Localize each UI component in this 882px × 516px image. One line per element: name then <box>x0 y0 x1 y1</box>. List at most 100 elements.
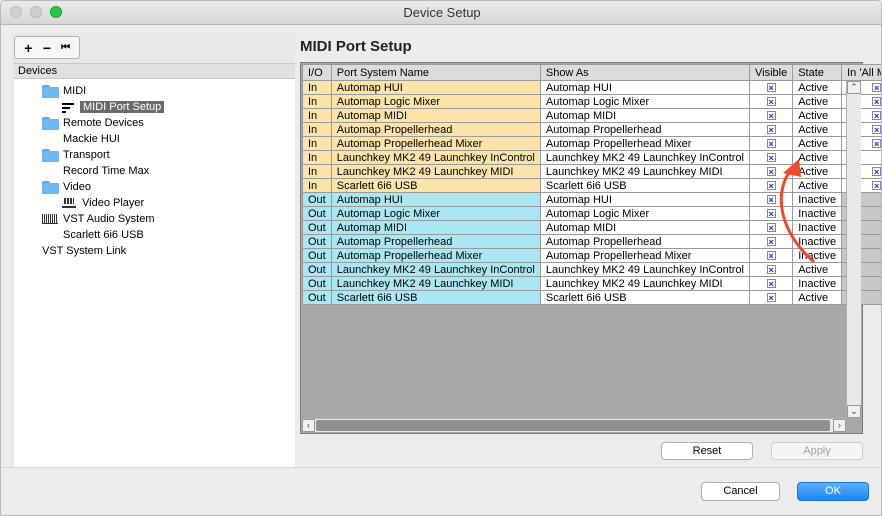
tree-item-midi[interactable]: MIDI <box>42 83 86 99</box>
cell-io: Out <box>302 290 332 305</box>
cell-port-system-name: Scarlett 6i6 USB <box>330 178 541 193</box>
all-midi-checkbox[interactable]: × <box>872 110 881 120</box>
cell-show-as[interactable]: Launchkey MK2 49 Launchkey MIDI <box>539 164 750 179</box>
cell-show-as[interactable]: Launchkey MK2 49 Launchkey InControl <box>539 150 750 165</box>
vertical-scrollbar[interactable]: ⌃ ⌄ <box>846 81 861 418</box>
cell-show-as[interactable]: Automap Propellerhead <box>539 122 750 137</box>
cell-show-as[interactable]: Automap HUI <box>539 80 750 95</box>
horizontal-scroll-thumb[interactable] <box>316 420 830 431</box>
cell-show-as[interactable]: Automap Logic Mixer <box>539 94 750 109</box>
visible-checkbox[interactable]: × <box>766 292 776 302</box>
visible-checkbox[interactable]: × <box>766 138 776 148</box>
cell-port-system-name: Automap HUI <box>330 192 541 207</box>
column-header-io[interactable]: I/O <box>302 64 332 81</box>
cell-state[interactable]: Active <box>792 80 843 95</box>
all-midi-checkbox[interactable]: × <box>872 166 881 176</box>
visible-checkbox[interactable]: × <box>766 264 776 274</box>
cell-port-system-name: Launchkey MK2 49 Launchkey MIDI <box>330 276 541 291</box>
cell-visible[interactable]: × <box>748 276 794 291</box>
title-bar: Device Setup <box>1 1 881 25</box>
scroll-up-icon[interactable]: ⌃ <box>847 81 861 94</box>
reset-device-button[interactable]: ⏮ <box>57 39 75 57</box>
add-device-button[interactable]: + <box>19 39 37 57</box>
cell-show-as[interactable]: Automap Propellerhead Mixer <box>539 136 750 151</box>
all-midi-checkbox[interactable]: × <box>872 82 881 92</box>
cell-port-system-name: Launchkey MK2 49 Launchkey InControl <box>330 150 541 165</box>
tree-item-midi-port-setup[interactable]: MIDI Port Setup <box>62 99 165 115</box>
table-row[interactable]: In Automap Logic Mixer Automap Logic Mixer… <box>302 94 881 109</box>
table-row[interactable]: In Automap HUI Automap HUI × Active × <box>302 80 881 95</box>
cell-show-as[interactable]: Automap MIDI <box>539 220 750 235</box>
midi-port-icon <box>62 102 74 113</box>
all-midi-checkbox[interactable]: × <box>872 96 881 106</box>
cell-visible[interactable]: × <box>748 94 794 109</box>
cell-state[interactable]: Active <box>792 290 843 305</box>
folder-icon <box>42 180 59 194</box>
horizontal-scrollbar[interactable]: ‹ › <box>302 418 846 432</box>
scroll-right-icon[interactable]: › <box>833 419 846 432</box>
cancel-button[interactable]: Cancel <box>701 482 780 501</box>
tree-item-vst-system-link[interactable]: VST System Link <box>42 243 126 259</box>
cell-state[interactable]: Active <box>792 136 843 151</box>
cell-state[interactable]: Active <box>792 94 843 109</box>
cell-io: Out <box>302 192 332 207</box>
cell-port-system-name: Automap Logic Mixer <box>330 94 541 109</box>
tree-item-video[interactable]: Video <box>42 179 91 195</box>
cell-io: In <box>302 108 332 123</box>
column-header-port-system-name[interactable]: Port System Name <box>330 64 541 81</box>
scroll-down-icon[interactable]: ⌄ <box>847 405 861 418</box>
table-row[interactable]: Out Scarlett 6i6 USB Scarlett 6i6 USB × Acti… <box>302 290 881 305</box>
tree-item-transport[interactable]: Transport <box>42 147 110 163</box>
table-row[interactable]: Out Launchkey MK2 49 Launchkey MIDI Launch… <box>302 276 881 291</box>
tree-item-remote-devices[interactable]: Remote Devices <box>42 115 144 131</box>
table-row[interactable]: In Automap Propellerhead Automap Propeller… <box>302 122 881 137</box>
visible-checkbox[interactable]: × <box>766 278 776 288</box>
cell-state[interactable]: Active <box>792 108 843 123</box>
cell-visible[interactable]: × <box>748 108 794 123</box>
cell-show-as[interactable]: Automap Propellerhead Mixer <box>539 248 750 263</box>
table-row[interactable]: In Automap Propellerhead Mixer Automap Pro… <box>302 136 881 151</box>
all-midi-checkbox[interactable]: × <box>872 124 881 134</box>
reset-button[interactable]: Reset <box>661 442 753 460</box>
column-header-state[interactable]: State <box>792 64 843 81</box>
table-row[interactable]: Out Launchkey MK2 49 Launchkey InControl L… <box>302 262 881 277</box>
apply-button[interactable]: Apply <box>771 442 863 460</box>
cell-visible[interactable]: × <box>748 122 794 137</box>
folder-icon <box>42 84 59 98</box>
cell-show-as[interactable]: Automap Propellerhead <box>539 234 750 249</box>
visible-checkbox[interactable]: × <box>766 124 776 134</box>
tree-item-vst-audio-system[interactable]: VST Audio System <box>42 211 155 227</box>
visible-checkbox[interactable]: × <box>766 110 776 120</box>
tree-item-video-player[interactable]: Video Player <box>62 195 144 211</box>
cell-visible[interactable]: × <box>748 136 794 151</box>
cell-show-as[interactable]: Launchkey MK2 49 Launchkey MIDI <box>539 276 750 291</box>
cell-state[interactable]: Inactive <box>792 276 843 291</box>
visible-checkbox[interactable]: × <box>766 96 776 106</box>
cell-visible[interactable]: × <box>748 262 794 277</box>
cell-show-as[interactable]: Automap HUI <box>539 192 750 207</box>
tree-item-scarlett[interactable]: Scarlett 6i6 USB <box>63 227 144 243</box>
all-midi-checkbox[interactable]: × <box>872 180 881 190</box>
cell-state[interactable]: Active <box>792 122 843 137</box>
cell-io: In <box>302 178 332 193</box>
remove-device-button[interactable]: − <box>38 39 56 57</box>
ok-button[interactable]: OK <box>797 482 869 501</box>
column-header-in-all-midi[interactable]: In 'All MIDI I <box>841 64 881 81</box>
cell-io: Out <box>302 276 332 291</box>
scroll-left-icon[interactable]: ‹ <box>302 419 315 432</box>
all-midi-checkbox[interactable]: × <box>872 138 881 148</box>
cell-show-as[interactable]: Automap MIDI <box>539 108 750 123</box>
cell-visible[interactable]: × <box>748 80 794 95</box>
table-row[interactable]: In Automap MIDI Automap MIDI × Active × <box>302 108 881 123</box>
tree-item-record-time-max[interactable]: Record Time Max <box>63 163 149 179</box>
tree-item-mackie-hui[interactable]: Mackie HUI <box>63 131 120 147</box>
cell-visible[interactable]: × <box>748 290 794 305</box>
cell-show-as[interactable]: Scarlett 6i6 USB <box>539 178 750 193</box>
visible-checkbox[interactable]: × <box>766 82 776 92</box>
cell-show-as[interactable]: Scarlett 6i6 USB <box>539 290 750 305</box>
cell-show-as[interactable]: Launchkey MK2 49 Launchkey InControl <box>539 262 750 277</box>
cell-state[interactable]: Active <box>792 262 843 277</box>
cell-show-as[interactable]: Automap Logic Mixer <box>539 206 750 221</box>
column-header-visible[interactable]: Visible <box>748 64 794 81</box>
column-header-show-as[interactable]: Show As <box>539 64 750 81</box>
